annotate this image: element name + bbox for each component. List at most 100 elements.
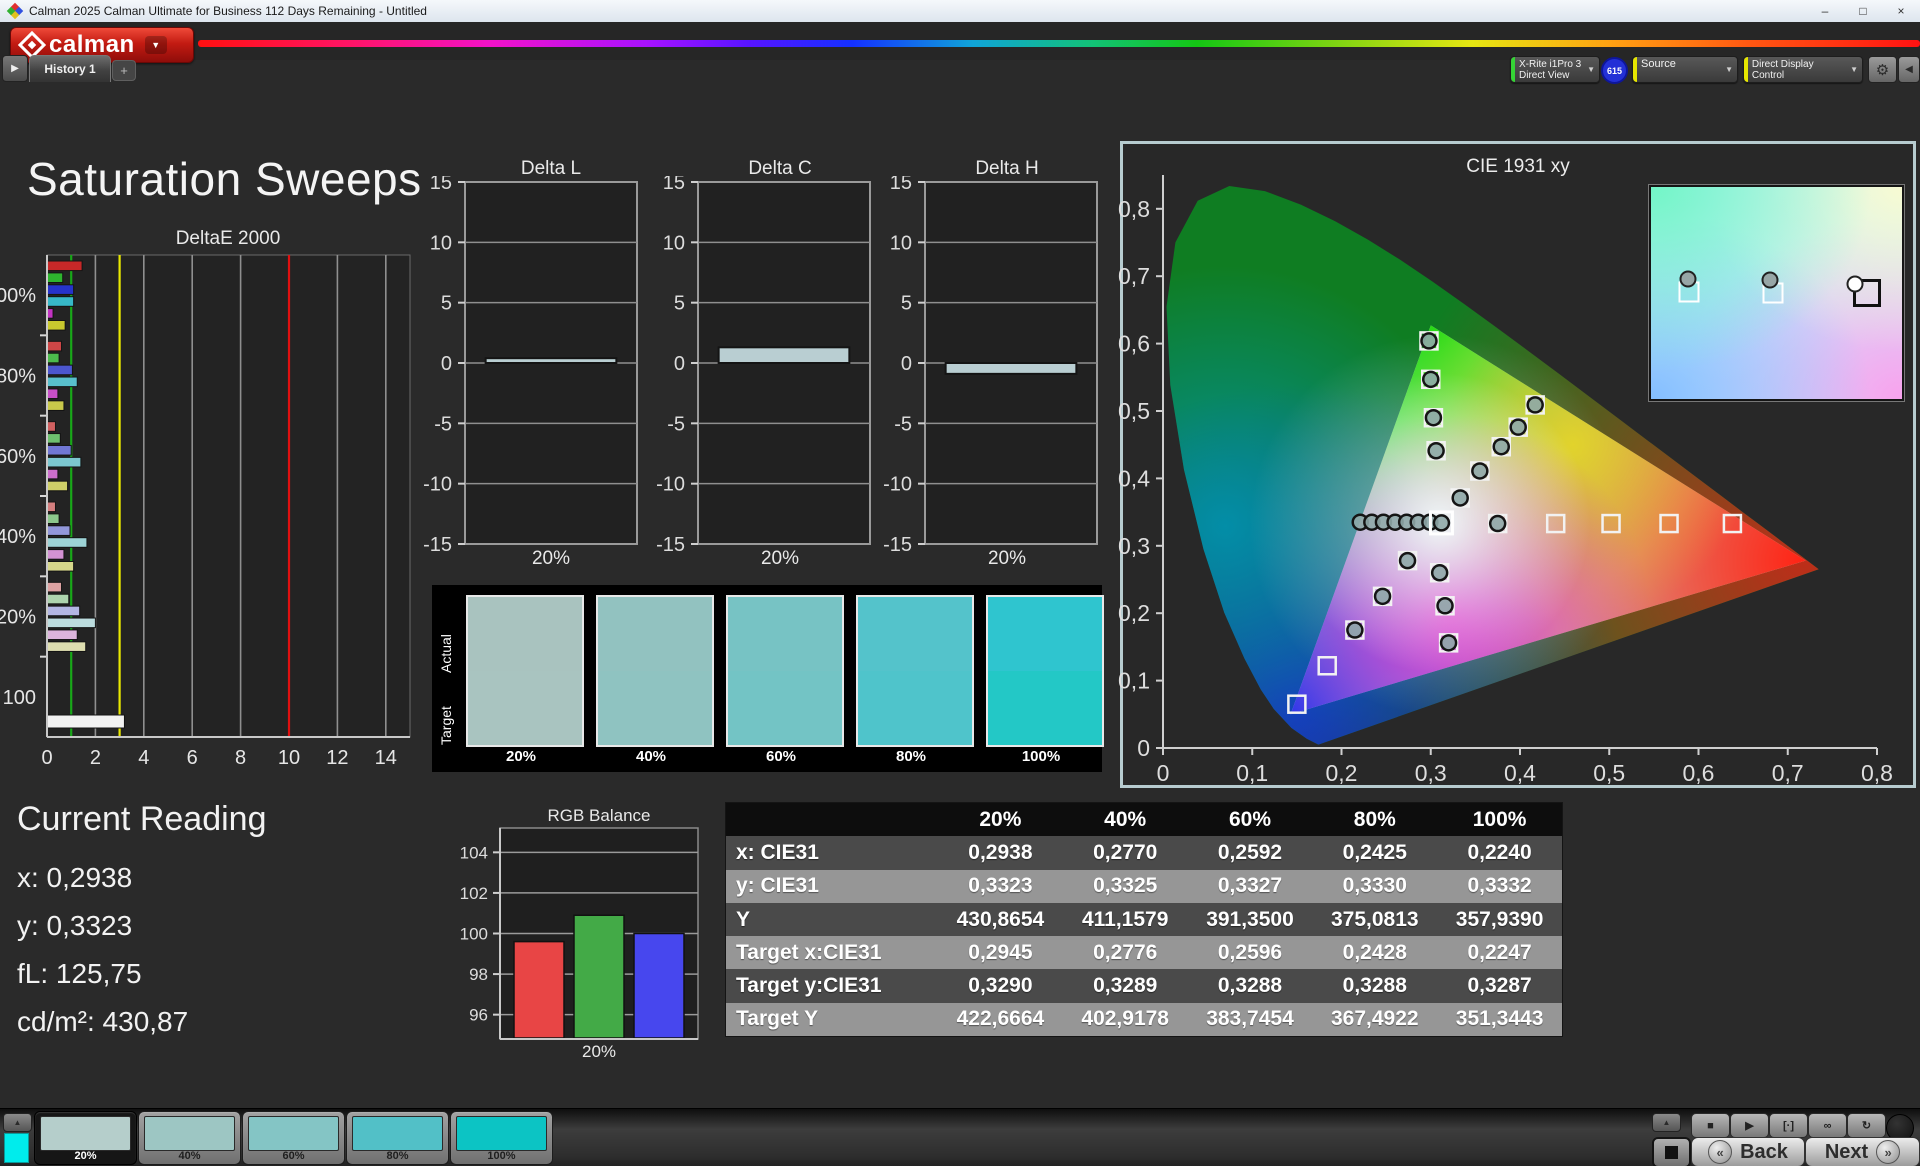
table-cell: 391,3500 — [1206, 907, 1294, 931]
rgb-svg: 96 98 100 102 104 — [460, 827, 699, 1040]
plus-icon: + — [120, 63, 128, 78]
cie-measured-circle — [1471, 462, 1489, 480]
table-cell: 383,7454 — [1206, 1007, 1294, 1031]
chevron-down-icon[interactable]: ▼ — [144, 36, 167, 54]
delta_c-svg: 15 10 5 0 -5 -10 -15 — [656, 172, 871, 556]
deltae-bar — [46, 456, 82, 468]
swatch-actual — [858, 597, 972, 671]
deltae-bar — [46, 284, 75, 295]
deltae-bar — [46, 581, 63, 593]
cie-measured-circle — [1420, 332, 1438, 350]
close-button[interactable]: × — [1882, 0, 1920, 22]
swatch-actual — [728, 597, 842, 671]
deltae-bar — [46, 537, 88, 548]
svg-text:0,1: 0,1 — [1236, 760, 1268, 786]
panel-expand-button[interactable]: ▶ — [2, 55, 28, 82]
transport-button-0[interactable]: ■ — [1691, 1113, 1730, 1138]
svg-text:0: 0 — [674, 353, 685, 375]
patch-window-button[interactable]: ▲ — [3, 1113, 32, 1132]
table-cell: 0,2776 — [1093, 940, 1158, 964]
cie-measured-circle — [1422, 370, 1440, 389]
back-chevrons-icon: « — [1708, 1140, 1733, 1164]
app-icon — [6, 2, 24, 20]
transport-button-2[interactable]: [·] — [1769, 1113, 1808, 1138]
next-button[interactable]: Next » — [1805, 1137, 1920, 1166]
table-header-cell: 20% — [979, 807, 1022, 831]
bottom-bar: ▲ 20% 40% 60% 80% 100% ▲ ■ ▶ [·] ∞ ↻ « B… — [0, 1108, 1920, 1166]
deltae-bar — [46, 376, 78, 388]
svg-text:8: 8 — [235, 747, 246, 769]
title-bar: Calman 2025 Calman Ultimate for Business… — [0, 0, 1920, 23]
actual-label: Actual — [438, 634, 454, 673]
stop-button[interactable] — [1652, 1137, 1691, 1166]
table-header-cell: 100% — [1472, 807, 1527, 831]
patch-button-40%[interactable]: 40% — [138, 1111, 241, 1165]
svg-text:0,3: 0,3 — [1415, 760, 1447, 786]
tab-history-1[interactable]: History 1 — [29, 55, 111, 82]
transport-button-3[interactable]: ∞ — [1808, 1113, 1847, 1138]
rainbow-strip — [198, 40, 1920, 47]
source-label: Source — [1641, 58, 1676, 70]
svg-text:-15: -15 — [423, 534, 452, 556]
svg-text:96: 96 — [469, 1006, 488, 1025]
delta_h-bar — [944, 362, 1078, 375]
transport-button-1[interactable]: ▶ — [1730, 1113, 1769, 1138]
maximize-button[interactable]: □ — [1844, 0, 1882, 22]
play-icon: ▶ — [11, 63, 19, 74]
deltae-bar — [46, 364, 73, 376]
svg-text:-15: -15 — [656, 534, 685, 556]
patch-color-chip — [352, 1116, 443, 1151]
table-cell: 430,8654 — [956, 907, 1045, 931]
swatch-80% — [856, 595, 974, 747]
back-label: Back — [1740, 1140, 1788, 1163]
next-chevrons-icon: » — [1876, 1140, 1901, 1164]
table-row: Y 430,8654 411,1579 391,3500 375,0813 357,939… — [726, 902, 1562, 937]
swatch-target — [858, 671, 972, 745]
table-cell: 0,2592 — [1217, 840, 1283, 864]
deltae-bar — [46, 320, 66, 331]
table-cell: 0,2425 — [1342, 840, 1407, 864]
table-row-label: x: CIE31 — [736, 840, 819, 864]
svg-text:40%: 40% — [0, 526, 36, 548]
delta-l-chart: 15 10 5 0 -5 -10 -15 — [417, 172, 647, 561]
chevron-down-icon: ▼ — [1850, 65, 1858, 74]
collapse-toolbar-button[interactable]: ◀ — [1898, 56, 1920, 83]
patch-color-chip — [456, 1116, 547, 1151]
deltae-bar — [46, 272, 64, 283]
layout-up-button[interactable]: ▲ — [1652, 1113, 1681, 1132]
source-dropdown[interactable]: Source ▼ — [1632, 56, 1738, 83]
patch-button-20%[interactable]: 20% — [34, 1111, 137, 1165]
add-tab-button[interactable]: + — [112, 60, 136, 81]
patch-button-80%[interactable]: 80% — [346, 1111, 449, 1165]
calman-window: Calman 2025 Calman Ultimate for Business… — [0, 0, 1920, 1166]
patch-button-100%[interactable]: 100% — [450, 1111, 553, 1165]
minimize-button[interactable]: – — [1806, 0, 1844, 22]
svg-text:-10: -10 — [656, 474, 685, 496]
back-button[interactable]: « Back — [1691, 1137, 1805, 1166]
svg-text:0,5: 0,5 — [1118, 398, 1150, 424]
svg-text:-10: -10 — [883, 474, 912, 496]
settings-button[interactable]: ⚙ — [1868, 56, 1897, 83]
table-cell: 0,2428 — [1342, 940, 1407, 964]
delta-l-xlabel: 20% — [531, 548, 571, 569]
delta-c-chart: 15 10 5 0 -5 -10 -15 — [650, 172, 880, 561]
deltae-svg: 100% 80% 60% 40% 20% 100 0 2 4 6 8 10 12 14 — [0, 254, 411, 769]
display-control-dropdown[interactable]: Direct Display Control ▼ — [1743, 56, 1863, 83]
svg-text:5: 5 — [901, 293, 912, 315]
patch-color-chip — [144, 1116, 235, 1151]
table-row-label: Target x:CIE31 — [736, 940, 882, 964]
table-cell: 411,1579 — [1081, 907, 1169, 931]
meter-dropdown[interactable]: X-Rite i1Pro 3 Direct View ▼ — [1510, 56, 1600, 83]
deltae-bar — [46, 400, 65, 411]
patch-button-60%[interactable]: 60% — [242, 1111, 345, 1165]
table-row-label: Y — [736, 907, 751, 931]
inset-measured-circle — [1846, 275, 1864, 293]
svg-text:4: 4 — [138, 747, 149, 769]
cie-measured-circle — [1439, 634, 1458, 652]
table-header-row: 20% 40% 60% 80% 100% — [726, 803, 1562, 837]
svg-text:-15: -15 — [883, 534, 912, 556]
deltae-bar — [46, 388, 59, 400]
cie-measured-circle — [1346, 621, 1364, 639]
transport-button-4[interactable]: ↻ — [1847, 1113, 1886, 1138]
delta_l-bar — [484, 357, 618, 365]
